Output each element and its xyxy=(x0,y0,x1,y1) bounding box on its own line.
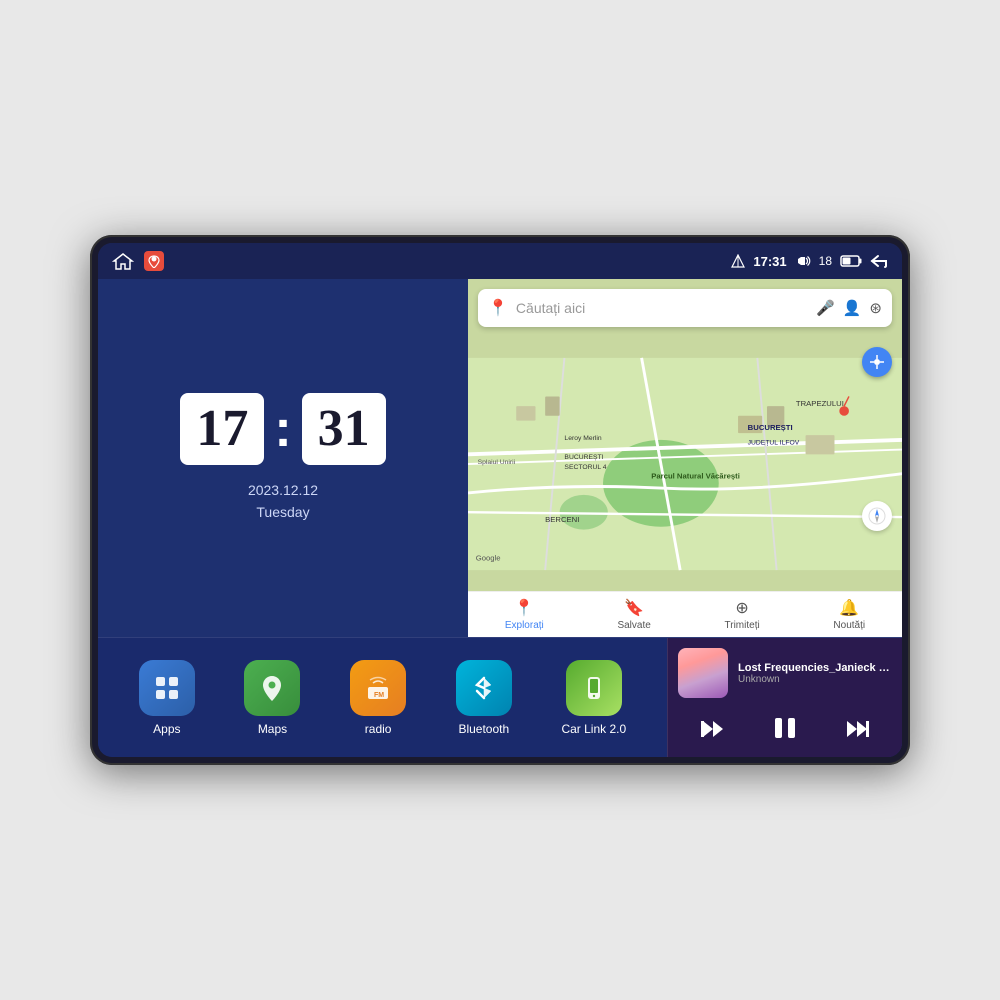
music-panel: Lost Frequencies_Janieck Devy-... Unknow… xyxy=(667,638,902,757)
saved-label: Salvate xyxy=(617,620,650,631)
home-icon[interactable] xyxy=(112,252,134,270)
map-search-text[interactable]: Căutați aici xyxy=(516,300,585,316)
compass-button[interactable] xyxy=(862,501,892,531)
app-icon-apps[interactable]: Apps xyxy=(139,660,195,736)
screen: 17:31 18 xyxy=(98,243,902,757)
maps-icon-bg xyxy=(244,660,300,716)
svg-text:BERCENI: BERCENI xyxy=(545,515,579,524)
send-icon: ⊕ xyxy=(735,598,748,618)
clock-panel: 17 : 31 2023.12.12 Tuesday xyxy=(98,279,468,637)
signal-strength: 18 xyxy=(819,254,832,268)
apps-panel: Apps Maps xyxy=(98,638,667,757)
music-title: Lost Frequencies_Janieck Devy-... xyxy=(738,662,892,674)
app-icon-maps[interactable]: Maps xyxy=(244,660,300,736)
map-pin-icon: 📍 xyxy=(488,298,508,318)
bluetooth-symbol-icon xyxy=(469,673,499,703)
svg-text:Google: Google xyxy=(476,553,501,562)
radio-icon-bg: FM xyxy=(350,660,406,716)
radio-wave-icon: FM xyxy=(363,673,393,703)
svg-text:TRAPEZULUI: TRAPEZULUI xyxy=(796,399,844,408)
clock-colon: : xyxy=(274,403,291,455)
music-controls xyxy=(678,706,892,757)
map-nav-explore[interactable]: 📍 Explorați xyxy=(505,598,544,631)
bluetooth-label: Bluetooth xyxy=(458,722,509,736)
back-icon[interactable] xyxy=(870,254,888,268)
location-button[interactable] xyxy=(862,347,892,377)
explore-label: Explorați xyxy=(505,620,544,631)
map-nav-news[interactable]: 🔔 Noutăți xyxy=(833,598,865,631)
svg-text:JUDEȚUL ILFOV: JUDEȚUL ILFOV xyxy=(748,440,800,447)
app-icon-radio[interactable]: FM radio xyxy=(350,660,406,736)
maps-pin-icon xyxy=(257,673,287,703)
clock-hours: 17 xyxy=(180,393,264,465)
apps-grid-icon xyxy=(152,673,182,703)
svg-text:Leroy Merlin: Leroy Merlin xyxy=(564,435,601,442)
clock-date: 2023.12.12 Tuesday xyxy=(248,479,318,524)
map-nav-send[interactable]: ⊕ Trimiteți xyxy=(725,598,760,631)
mic-icon[interactable]: 🎤 xyxy=(816,299,835,317)
app-icon-bluetooth[interactable]: Bluetooth xyxy=(456,660,512,736)
app-icon-carlink[interactable]: Car Link 2.0 xyxy=(561,660,626,736)
map-nav-saved[interactable]: 🔖 Salvate xyxy=(617,598,650,631)
svg-text:FM: FM xyxy=(374,692,384,699)
volume-icon[interactable] xyxy=(795,254,811,268)
music-info: Lost Frequencies_Janieck Devy-... Unknow… xyxy=(678,648,892,698)
svg-text:Splaiul Unirii: Splaiul Unirii xyxy=(478,459,516,466)
map-bottom-nav: 📍 Explorați 🔖 Salvate ⊕ Trimiteți 🔔 xyxy=(468,591,902,637)
map-svg: Parcul Natural Văcărești Leroy Merlin BU… xyxy=(468,337,902,591)
maps-nav-icon[interactable] xyxy=(144,251,164,271)
date-value: 2023.12.12 xyxy=(248,479,318,501)
day-value: Tuesday xyxy=(248,501,318,523)
carlink-icon-bg xyxy=(566,660,622,716)
carlink-label: Car Link 2.0 xyxy=(561,722,626,736)
news-label: Noutăți xyxy=(833,620,865,631)
music-play-pause-button[interactable] xyxy=(764,712,806,751)
svg-text:BUCUREȘTI: BUCUREȘTI xyxy=(748,423,793,432)
apps-label: Apps xyxy=(153,722,180,736)
svg-text:Parcul Natural Văcărești: Parcul Natural Văcărești xyxy=(651,471,740,480)
radio-label: radio xyxy=(365,722,392,736)
map-search-right: 🎤 👤 ⊛ xyxy=(816,299,882,317)
bottom-row: Apps Maps xyxy=(98,637,902,757)
account-icon[interactable]: 👤 xyxy=(843,299,862,317)
map-container: Parcul Natural Văcărești Leroy Merlin BU… xyxy=(468,337,902,591)
status-left-icons xyxy=(112,251,164,271)
map-panel[interactable]: 📍 Căutați aici 🎤 👤 ⊛ xyxy=(468,279,902,637)
clock-minutes: 31 xyxy=(302,393,386,465)
news-icon: 🔔 xyxy=(839,598,859,618)
main-content: 17 : 31 2023.12.12 Tuesday 📍 Căutați aic… xyxy=(98,279,902,757)
music-details: Lost Frequencies_Janieck Devy-... Unknow… xyxy=(738,662,892,685)
svg-text:BUCUREȘTI: BUCUREȘTI xyxy=(564,454,603,461)
maps-label: Maps xyxy=(258,722,287,736)
signal-triangle-icon xyxy=(731,254,745,268)
apps-icon-bg xyxy=(139,660,195,716)
bluetooth-icon-bg xyxy=(456,660,512,716)
carlink-phone-icon xyxy=(579,673,609,703)
status-bar: 17:31 18 xyxy=(98,243,902,279)
saved-icon: 🔖 xyxy=(624,598,644,618)
status-right: 17:31 18 xyxy=(731,254,888,269)
layers-icon[interactable]: ⊛ xyxy=(869,299,882,317)
send-label: Trimiteți xyxy=(725,620,760,631)
svg-text:SECTORUL 4: SECTORUL 4 xyxy=(564,464,606,471)
music-next-button[interactable] xyxy=(837,714,877,750)
top-row: 17 : 31 2023.12.12 Tuesday 📍 Căutați aic… xyxy=(98,279,902,637)
map-search-bar[interactable]: 📍 Căutați aici 🎤 👤 ⊛ xyxy=(478,289,892,327)
music-prev-button[interactable] xyxy=(693,714,733,750)
music-album-image xyxy=(678,648,728,698)
battery-icon xyxy=(840,255,862,267)
music-artist: Unknown xyxy=(738,674,892,685)
time-display: 17:31 xyxy=(753,254,786,269)
explore-icon: 📍 xyxy=(514,598,534,618)
music-album-art xyxy=(678,648,728,698)
car-display-device: 17:31 18 xyxy=(90,235,910,765)
clock-display: 17 : 31 xyxy=(180,393,385,465)
